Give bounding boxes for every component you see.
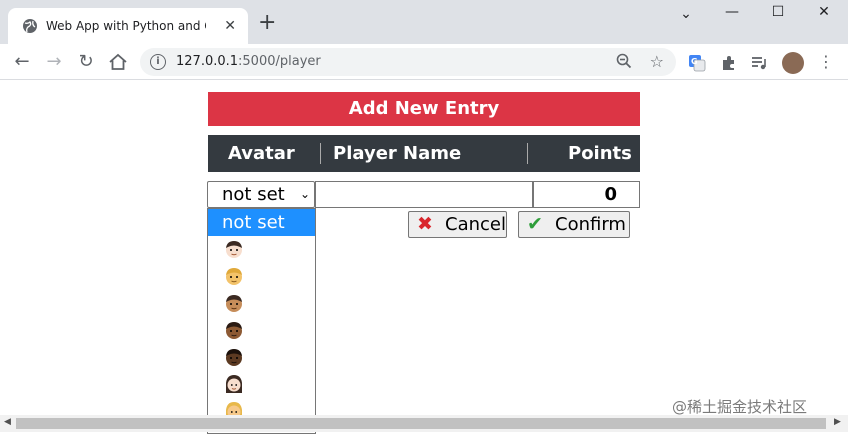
dropdown-option-not-set[interactable]: not set [208,209,315,236]
forward-icon[interactable]: → [42,50,66,74]
window-close-icon[interactable]: ✕ [814,4,834,20]
globe-icon [23,19,37,33]
minimize-icon[interactable]: — [722,4,742,20]
browser-menu-icon[interactable]: ⋮ [818,52,834,72]
zoom-icon[interactable] [616,53,632,69]
cancel-x-icon: ✖ [417,213,433,235]
man-medium-skin-icon [226,295,242,312]
translate-icon[interactable]: G [688,54,706,72]
player-name-input[interactable] [315,181,533,208]
svg-text:G: G [691,57,698,66]
url-text: 127.0.0.1:5000/player [176,54,321,69]
avatar-dropdown-list[interactable]: not set [207,208,316,434]
media-queue-icon[interactable] [750,54,768,72]
scroll-left-icon[interactable]: ◀ [4,417,11,427]
confirm-check-icon: ✔ [527,213,543,235]
dropdown-option-man-blond[interactable] [208,263,315,290]
column-header-points: Points [568,143,632,164]
column-divider [527,143,528,164]
address-bar[interactable]: i 127.0.0.1:5000/player ☆ [140,48,676,76]
extensions-puzzle-icon[interactable] [720,54,738,72]
dropdown-option-man-light[interactable] [208,236,315,263]
reload-icon[interactable]: ↻ [74,50,98,74]
dropdown-option-man-medium-dark[interactable] [208,317,315,344]
avatar-select[interactable]: not set ⌄ [207,181,315,208]
cancel-label: Cancel [445,214,506,235]
home-icon[interactable] [108,53,128,71]
profile-avatar[interactable] [782,52,804,74]
confirm-button[interactable]: ✔ Confirm [518,211,630,238]
column-header-player-name: Player Name [333,143,462,164]
man-light-skin-icon [226,241,242,258]
browser-toolbar: ← → ↻ i 127.0.0.1:5000/player ☆ G ⋮ [0,44,848,80]
tab-search-icon[interactable]: ⌄ [676,6,696,22]
chevron-down-icon: ⌄ [299,187,310,201]
man-medium-dark-skin-icon [226,322,242,339]
tab-bar: Web App with Python and Cockroach ✕ + ⌄ … [0,0,848,44]
page-title: Add New Entry [208,92,640,126]
table-header: Avatar Player Name Points [208,135,640,172]
scrollbar-thumb[interactable] [16,418,826,429]
bookmark-star-icon[interactable]: ☆ [650,52,664,71]
points-input[interactable]: 0 [533,181,640,208]
man-blond-icon [226,268,242,285]
dropdown-option-woman-light[interactable] [208,371,315,398]
cancel-button[interactable]: ✖ Cancel [408,211,507,238]
column-header-avatar: Avatar [228,143,295,164]
tab-title: Web App with Python and Cockroach [46,19,206,33]
maximize-icon[interactable]: ☐ [768,4,788,20]
avatar-select-value: not set [222,184,285,205]
back-icon[interactable]: ← [10,50,34,74]
new-tab-button[interactable]: + [258,12,276,34]
confirm-label: Confirm [555,214,626,235]
dropdown-option-man-dark[interactable] [208,344,315,371]
column-divider [320,143,321,164]
dropdown-option-man-medium[interactable] [208,290,315,317]
page-content: Add New Entry Avatar Player Name Points … [0,81,848,434]
watermark: @稀土掘金技术社区 [672,398,808,416]
close-tab-icon[interactable]: ✕ [224,17,236,35]
scroll-right-icon[interactable]: ▶ [834,417,841,427]
man-dark-skin-icon [226,349,242,366]
woman-light-skin-icon [226,375,242,393]
option-label: not set [222,212,285,233]
browser-tab[interactable]: Web App with Python and Cockroach ✕ [8,8,248,44]
horizontal-scrollbar[interactable]: ◀ ▶ [0,415,848,432]
site-info-icon[interactable]: i [150,54,166,70]
